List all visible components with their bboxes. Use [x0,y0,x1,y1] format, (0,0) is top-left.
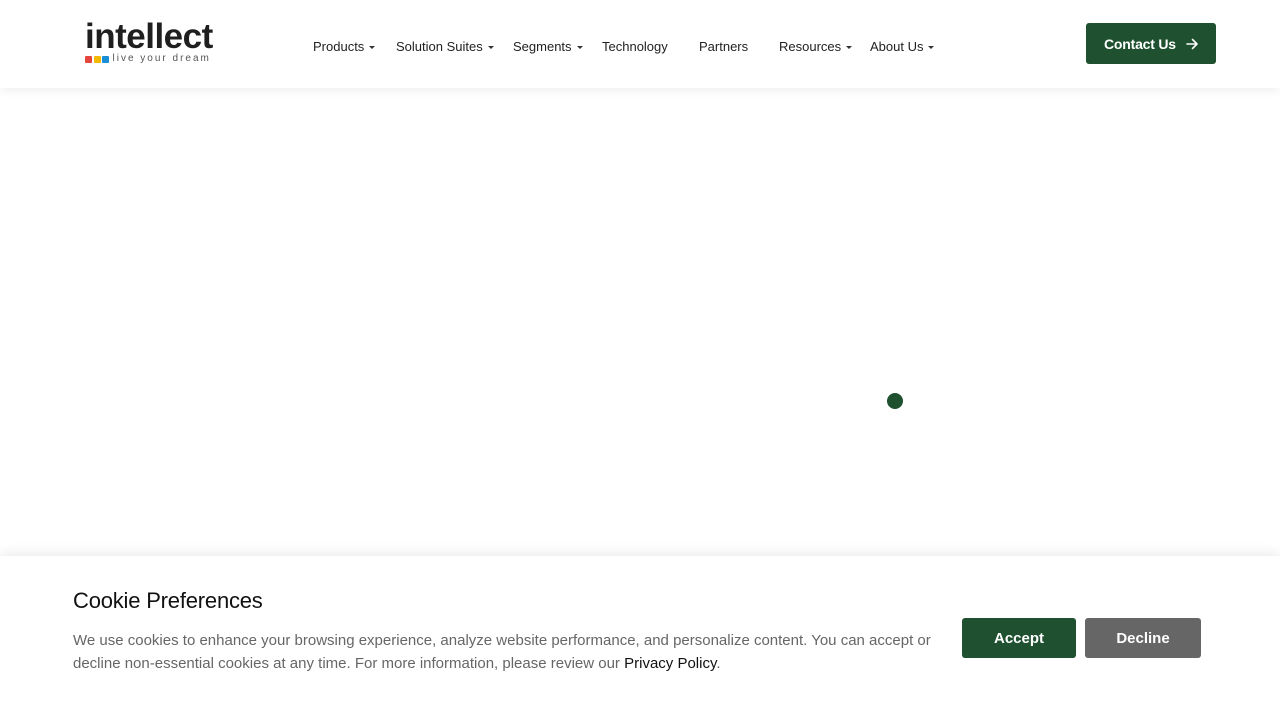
cookie-text-body: We use cookies to enhance your browsing … [73,632,931,672]
nav-label: Partners [699,38,749,54]
nav-label: Technology [602,38,668,54]
nav-label: Segments [513,38,572,54]
logo-tagline-row: live your dream [85,54,211,64]
caret-down-icon [487,45,494,49]
site-header: intellect live your dream Products Solut… [0,0,1280,88]
caret-down-icon [576,45,583,49]
nav-item-resources[interactable]: Resources [779,38,853,54]
nav-item-about-us[interactable]: About Us [870,38,935,54]
arrow-right-icon [1186,38,1198,49]
contact-us-button[interactable]: Contact Us [1086,23,1216,64]
nav-item-products[interactable]: Products [313,38,376,54]
cookie-title: Cookie Preferences [73,588,263,613]
privacy-policy-link[interactable]: Privacy Policy [624,655,716,672]
logo-dot-blue [102,55,109,63]
caret-down-icon [928,45,935,49]
caret-down-icon [846,45,853,49]
accept-cookies-button[interactable]: Accept [962,618,1076,658]
nav-label: About Us [870,38,924,54]
logo-wordmark: intellect [85,17,213,56]
cookie-banner: Cookie Preferences We use cookies to enh… [0,556,1280,720]
decline-cookies-button[interactable]: Decline [1085,618,1201,658]
nav-item-partners[interactable]: Partners [699,38,748,54]
nav-item-technology[interactable]: Technology [602,38,668,54]
cookie-text-end: . [716,655,721,672]
caret-down-icon [369,45,376,49]
logo-dot-yellow [93,55,101,63]
nav-label: Solution Suites [396,38,483,54]
intellect-logo[interactable]: intellect live your dream [85,18,220,68]
logo-dot-red [85,55,92,63]
nav-label: Resources [779,38,842,54]
logo-tagline: live your dream [112,53,211,64]
loading-spinner-dot [887,393,903,409]
nav-label: Products [313,38,365,54]
nav-item-solution-suites[interactable]: Solution Suites [396,38,494,54]
contact-us-label: Contact Us [1104,35,1176,52]
cookie-description: We use cookies to enhance your browsing … [73,629,943,675]
nav-item-segments[interactable]: Segments [513,38,583,54]
